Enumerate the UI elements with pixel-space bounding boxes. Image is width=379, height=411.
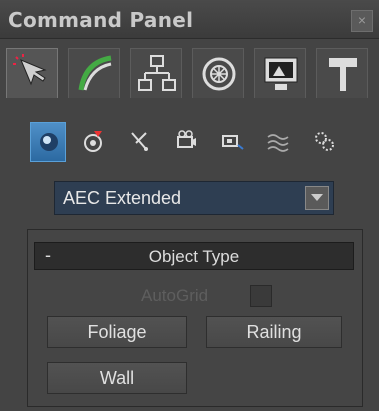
object-type-rollout: - Object Type AutoGrid Foliage Railing W…	[27, 229, 363, 407]
panel-title: Command Panel	[8, 8, 194, 32]
tab-hierarchy[interactable]	[130, 48, 182, 98]
chevron-down-icon	[311, 194, 323, 201]
shapes-icon	[84, 131, 102, 152]
sphere-icon	[40, 133, 58, 151]
autogrid-label: AutoGrid	[141, 286, 209, 305]
category-helpers[interactable]	[214, 122, 250, 162]
modify-arc-icon	[78, 55, 112, 91]
hierarchy-icon	[138, 55, 176, 91]
object-category-dropdown[interactable]: AEC Extended	[54, 181, 334, 215]
autogrid-checkbox[interactable]	[250, 285, 272, 307]
rollout-title: Object Type	[148, 247, 240, 266]
category-cameras[interactable]	[168, 122, 204, 162]
autogrid-row: AutoGrid	[28, 284, 362, 310]
tab-create[interactable]	[6, 48, 58, 98]
category-shapes[interactable]	[76, 122, 112, 162]
category-lights[interactable]	[122, 122, 158, 162]
category-geometry[interactable]	[30, 122, 66, 162]
dropdown-arrow-button[interactable]	[305, 186, 329, 210]
tab-utilities[interactable]	[316, 48, 368, 98]
spacewarp-icon	[267, 134, 289, 152]
motion-icon	[202, 57, 236, 91]
dropdown-selected-value: AEC Extended	[63, 188, 182, 208]
light-icon	[131, 132, 148, 151]
helper-icon	[222, 135, 244, 150]
camera-icon	[177, 130, 196, 148]
railing-button[interactable]: Railing	[206, 316, 342, 348]
close-button[interactable]: ×	[351, 10, 373, 32]
command-panel-tabs	[6, 48, 374, 100]
category-spacewarps[interactable]	[260, 122, 296, 162]
title-bar[interactable]: Command Panel ×	[0, 0, 379, 39]
foliage-button[interactable]: Foliage	[47, 316, 187, 348]
display-icon	[264, 57, 298, 90]
tab-display[interactable]	[254, 48, 306, 98]
tab-motion[interactable]	[192, 48, 244, 98]
wall-button[interactable]: Wall	[47, 362, 187, 394]
rollout-header[interactable]: - Object Type	[34, 242, 354, 270]
command-panel: Command Panel × AEC Extended - Object Ty…	[0, 0, 379, 411]
tab-modify[interactable]	[68, 48, 120, 98]
category-systems[interactable]	[306, 122, 342, 162]
systems-gear-icon	[315, 132, 334, 151]
hammer-icon	[329, 58, 357, 91]
create-cursor-icon	[13, 54, 47, 86]
object-category-bar	[30, 122, 370, 172]
